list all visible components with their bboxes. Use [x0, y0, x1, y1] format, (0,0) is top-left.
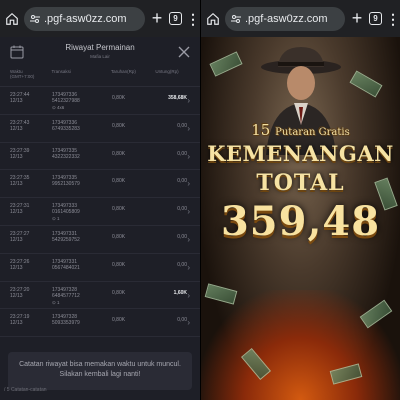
money-bill [349, 70, 383, 98]
chevron-right-icon: › [187, 96, 190, 105]
free-spin-badge: ⊙ 1 [52, 299, 60, 305]
history-title: Riwayat Permainan [65, 43, 135, 52]
chevron-right-icon: › [187, 123, 190, 133]
big-win-screen[interactable]: 15 Putaran Gratis KEMENANGAN TOTAL 359,4… [201, 37, 400, 400]
free-spin-badge: ⊙ 1 [52, 216, 60, 222]
game-history-panel: Riwayat Permainan Mafia Lair Waktu (GMT+… [0, 37, 200, 400]
site-settings-icon[interactable] [30, 14, 40, 24]
menu-icon[interactable]: ⋮ [386, 12, 400, 26]
fire-glow [201, 290, 400, 400]
chevron-right-icon: › [187, 262, 190, 272]
browser-toolbar: .pgf-asw0zz.com + 9 ⋮ [201, 0, 400, 37]
address-bar[interactable]: .pgf-asw0zz.com [24, 6, 145, 31]
address-bar[interactable]: .pgf-asw0zz.com [225, 6, 345, 31]
close-icon[interactable] [178, 45, 190, 58]
new-tab-icon[interactable]: + [149, 8, 165, 29]
history-column-headers: Waktu (GMT+7:00) Transaksi Taruhan(Rp) U… [0, 67, 200, 87]
free-spins-label: 15 Putaran Gratis [251, 121, 350, 139]
tab-switcher-button[interactable]: 9 [169, 12, 182, 25]
tab-switcher-button[interactable]: 9 [369, 12, 382, 25]
chevron-right-icon: › [187, 318, 190, 328]
history-header: Riwayat Permainan Mafia Lair [0, 37, 200, 67]
history-row[interactable]: 23:27:31 12/13 173497333 0161405809 ⊙ 1 0,8… [0, 198, 200, 226]
chevron-right-icon: › [187, 290, 190, 300]
right-browser-pane: .pgf-asw0zz.com + 9 ⋮ 15 Putaran Gratis … [201, 0, 400, 400]
chevron-right-icon: › [187, 234, 190, 244]
chevron-right-icon: › [187, 151, 190, 161]
win-amount: 359,48 [220, 198, 381, 245]
history-row[interactable]: 23:27:19 12/13 173497328 5093353979 0,80K … [0, 309, 200, 338]
history-row[interactable]: 23:27:44 12/13 173497336 5412327988 ⊙ 4x6 0… [0, 87, 200, 115]
column-bet: Taruhan(Rp) [110, 69, 136, 74]
history-row[interactable]: 23:27:43 12/13 173497336 6749335283 0,80K … [0, 115, 200, 143]
column-time: Waktu (GMT+7:00) [10, 69, 35, 79]
home-icon[interactable] [4, 11, 20, 27]
column-win: Untung(Rp) [155, 69, 179, 74]
record-count: / 5 Catatan-catatan [4, 387, 47, 393]
site-settings-icon[interactable] [231, 14, 241, 24]
url-text: .pgf-asw0zz.com [245, 12, 328, 25]
home-icon[interactable] [205, 11, 221, 27]
history-row[interactable]: 23:27:20 12/13 173497328 6484577712 ⊙ 1 0,8… [0, 282, 200, 310]
money-bill [209, 51, 243, 77]
history-notice: Catatan riwayat bisa memakan waktu untuk… [8, 352, 192, 390]
column-transaction: Transaksi [51, 69, 71, 74]
history-row[interactable]: 23:27:39 12/13 173497335 4322322332 0,80K … [0, 143, 200, 171]
win-headline-total: TOTAL [256, 170, 345, 196]
history-row[interactable]: 23:27:27 12/13 173497331 5429259752 0,80K … [0, 226, 200, 254]
history-subtitle: Mafia Lair [90, 54, 110, 59]
win-headline: KEMENANGAN [207, 141, 394, 166]
chevron-right-icon: › [187, 179, 190, 189]
history-row[interactable]: 23:27:35 12/13 173497335 9952130579 0,80K … [0, 170, 200, 199]
browser-toolbar: .pgf-asw0zz.com + 9 ⋮ [0, 0, 200, 37]
history-row[interactable]: 23:27:26 12/13 173497331 0567484021 0,80K … [0, 254, 200, 282]
left-browser-pane: .pgf-asw0zz.com + 9 ⋮ Riwayat Permainan … [0, 0, 200, 400]
new-tab-icon[interactable]: + [349, 8, 365, 29]
free-spin-badge: ⊙ 4x6 [52, 105, 65, 110]
chevron-right-icon: › [187, 207, 190, 217]
url-text: .pgf-asw0zz.com [44, 12, 127, 25]
menu-icon[interactable]: ⋮ [186, 12, 200, 26]
history-list: 23:27:44 12/13 173497336 5412327988 ⊙ 4x6 0… [0, 87, 200, 338]
